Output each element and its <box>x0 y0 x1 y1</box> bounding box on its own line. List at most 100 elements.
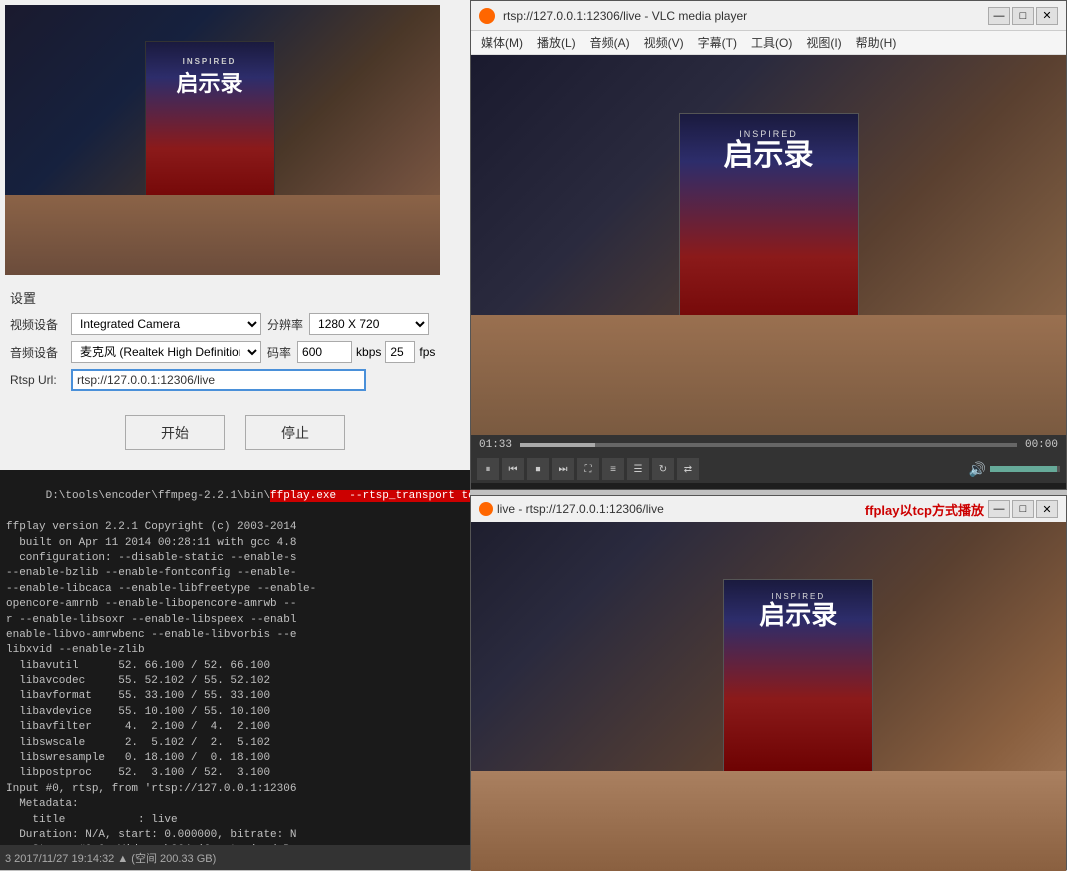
vlc-video-area: INSPIRED 启示录 <box>471 55 1066 435</box>
rtsp-label: Rtsp Url: <box>10 373 65 387</box>
console-line-3: configuration: --disable-static --enable… <box>6 551 464 566</box>
audio-device-select[interactable]: 麦克风 (Realtek High Definition Audi <box>71 341 261 363</box>
console-line-14: libavfilter 4. 2.100 / 4. 2.100 <box>6 720 464 735</box>
vlc-menu-audio[interactable]: 音频(A) <box>584 32 636 53</box>
console-line-cmd: D:\tools\encoder\ffmpeg-2.2.1\bin\ffplay… <box>6 474 464 520</box>
console-line-18: Input #0, rtsp, from 'rtsp://127.0.0.1:1… <box>6 782 464 797</box>
settings-title: 设置 <box>10 288 460 307</box>
console-line-5: --enable-libcaca --enable-libfreetype --… <box>6 582 464 597</box>
vlc-menu-tools[interactable]: 工具(O) <box>745 32 798 53</box>
ffplay-minimize-button[interactable]: — <box>988 500 1010 518</box>
console-highlight-cmd: ffplay.exe --rtsp_transport tcp rtsp://1… <box>270 490 470 502</box>
ffplay-close-button[interactable]: ✕ <box>1036 500 1058 518</box>
ffplay-window-buttons: — □ ✕ <box>988 500 1058 518</box>
ffplay-label: ffplay以tcp方式播放 <box>865 500 984 519</box>
resolution-label: 分辨率 <box>267 316 303 333</box>
bitrate-input[interactable] <box>297 341 352 363</box>
preview-table-surface <box>5 195 440 275</box>
video-device-row: 视频设备 Integrated Camera 分辨率 1280 X 720 <box>10 313 460 335</box>
resolution-select[interactable]: 1280 X 720 <box>309 313 429 335</box>
vlc-extended-button[interactable]: ≡ <box>602 458 624 480</box>
ffplay-titlebar: live - rtsp://127.0.0.1:12306/live ffpla… <box>471 496 1066 522</box>
vlc-timebar: 01:33 00:00 <box>471 435 1066 455</box>
vlc-playlist-button[interactable]: ☰ <box>627 458 649 480</box>
ffplay-app-icon <box>479 502 493 516</box>
console-line-16: libswresample 0. 18.100 / 0. 18.100 <box>6 751 464 766</box>
vlc-prev-button[interactable]: ⏮ <box>502 458 524 480</box>
ffplay-book-main: 启示录 <box>732 601 864 630</box>
ffplay-video-background: INSPIRED 启示录 <box>471 522 1066 871</box>
ffplay-title: live - rtsp://127.0.0.1:12306/live <box>497 502 861 516</box>
video-device-select[interactable]: Integrated Camera <box>71 313 261 335</box>
console-line-13: libavdevice 55. 10.100 / 55. 10.100 <box>6 705 464 720</box>
audio-device-row: 音频设备 麦克风 (Realtek High Definition Audi 码… <box>10 341 460 363</box>
console-line-10: libavutil 52. 66.100 / 52. 66.100 <box>6 659 464 674</box>
vlc-menu-media[interactable]: 媒体(M) <box>475 32 529 53</box>
vlc-titlebar: rtsp://127.0.0.1:12306/live - VLC media … <box>471 1 1066 31</box>
vlc-fullscreen-button[interactable]: ⛶ <box>577 458 599 480</box>
vlc-stop-button[interactable]: ⏹ <box>527 458 549 480</box>
settings-section: 设置 视频设备 Integrated Camera 分辨率 1280 X 720… <box>0 280 470 407</box>
vlc-window-buttons: — □ ✕ <box>988 7 1058 25</box>
vlc-video-background: INSPIRED 启示录 <box>471 55 1066 435</box>
vlc-book-main: 启示录 <box>690 139 848 172</box>
bitrate-label: 码率 <box>267 344 291 361</box>
vlc-app-icon <box>479 8 495 24</box>
preview-book: INSPIRED 启示录 <box>145 41 275 221</box>
vlc-window: rtsp://127.0.0.1:12306/live - VLC media … <box>470 0 1067 490</box>
vlc-close-button[interactable]: ✕ <box>1036 7 1058 25</box>
kbps-label: kbps <box>356 345 381 359</box>
rtsp-url-input[interactable] <box>71 369 366 391</box>
vlc-menu-video[interactable]: 视频(V) <box>638 32 690 53</box>
video-device-label: 视频设备 <box>10 316 65 333</box>
ffplay-book-content: INSPIRED 启示录 <box>724 580 872 642</box>
console-area: D:\tools\encoder\ffmpeg-2.2.1\bin\ffplay… <box>0 470 470 870</box>
console-line-12: libavformat 55. 33.100 / 55. 33.100 <box>6 689 464 704</box>
camera-preview-image: INSPIRED 启示录 <box>5 5 440 275</box>
vlc-volume-icon: 🔊 <box>969 461 986 478</box>
vlc-shuffle-button[interactable]: ⇄ <box>677 458 699 480</box>
preview-book-inspired: INSPIRED <box>146 57 274 66</box>
vlc-minimize-button[interactable]: — <box>988 7 1010 25</box>
vlc-menubar: 媒体(M) 播放(L) 音频(A) 视频(V) 字幕(T) 工具(O) 视图(I… <box>471 31 1066 55</box>
button-row: 开始 停止 <box>0 407 470 458</box>
vlc-next-button[interactable]: ⏭ <box>552 458 574 480</box>
vlc-menu-view[interactable]: 视图(I) <box>800 32 847 53</box>
console-line-21: Duration: N/A, start: 0.000000, bitrate:… <box>6 828 464 843</box>
ffplay-maximize-button[interactable]: □ <box>1012 500 1034 518</box>
vlc-loop-button[interactable]: ↻ <box>652 458 674 480</box>
console-line-9: libxvid --enable-zlib <box>6 643 464 658</box>
vlc-table-surface <box>471 315 1066 435</box>
console-line-19: Metadata: <box>6 797 464 812</box>
preview-book-title: INSPIRED 启示录 <box>146 42 274 98</box>
fps-input[interactable] <box>385 341 415 363</box>
console-line-20: title : live <box>6 813 464 828</box>
vlc-volume-fill <box>990 466 1057 472</box>
preview-book-main: 启示录 <box>146 66 274 98</box>
console-line-8: enable-libvo-amrwbenc --enable-libvorbis… <box>6 628 464 643</box>
vlc-menu-subtitle[interactable]: 字幕(T) <box>692 32 743 53</box>
console-line-15: libswscale 2. 5.102 / 2. 5.102 <box>6 736 464 751</box>
vlc-menu-help[interactable]: 帮助(H) <box>850 32 903 53</box>
ffplay-video-area: INSPIRED 启示录 <box>471 522 1066 871</box>
vlc-maximize-button[interactable]: □ <box>1012 7 1034 25</box>
bitrate-group: kbps fps <box>297 341 435 363</box>
vlc-menu-play[interactable]: 播放(L) <box>531 32 582 53</box>
taskbar-text: 3 2017/11/27 19:14:32 ▲ (空间 200.33 GB) <box>5 850 216 866</box>
console-line-4: --enable-bzlib --enable-fontconfig --ena… <box>6 566 464 581</box>
camera-app-panel: INSPIRED 启示录 设置 视频设备 Integrated Camera 分… <box>0 0 470 870</box>
console-line-7: r --enable-libsoxr --enable-libspeex --e… <box>6 613 464 628</box>
vlc-controls-row: ⏸ ⏮ ⏹ ⏭ ⛶ ≡ ☰ ↻ ⇄ 🔊 <box>471 455 1066 483</box>
fps-label: fps <box>419 345 435 359</box>
vlc-time-end: 00:00 <box>1025 439 1058 451</box>
vlc-pause-button[interactable]: ⏸ <box>477 458 499 480</box>
console-line-1: ffplay version 2.2.1 Copyright (c) 2003-… <box>6 520 464 535</box>
stop-button[interactable]: 停止 <box>245 415 345 450</box>
vlc-seekbar[interactable] <box>520 443 1017 447</box>
console-line-6: opencore-amrnb --enable-libopencore-amrw… <box>6 597 464 612</box>
start-button[interactable]: 开始 <box>125 415 225 450</box>
console-line-2: built on Apr 11 2014 00:28:11 with gcc 4… <box>6 536 464 551</box>
ffplay-book: INSPIRED 启示录 <box>723 579 873 779</box>
rtsp-url-row: Rtsp Url: <box>10 369 460 391</box>
vlc-volume-slider[interactable] <box>990 466 1060 472</box>
